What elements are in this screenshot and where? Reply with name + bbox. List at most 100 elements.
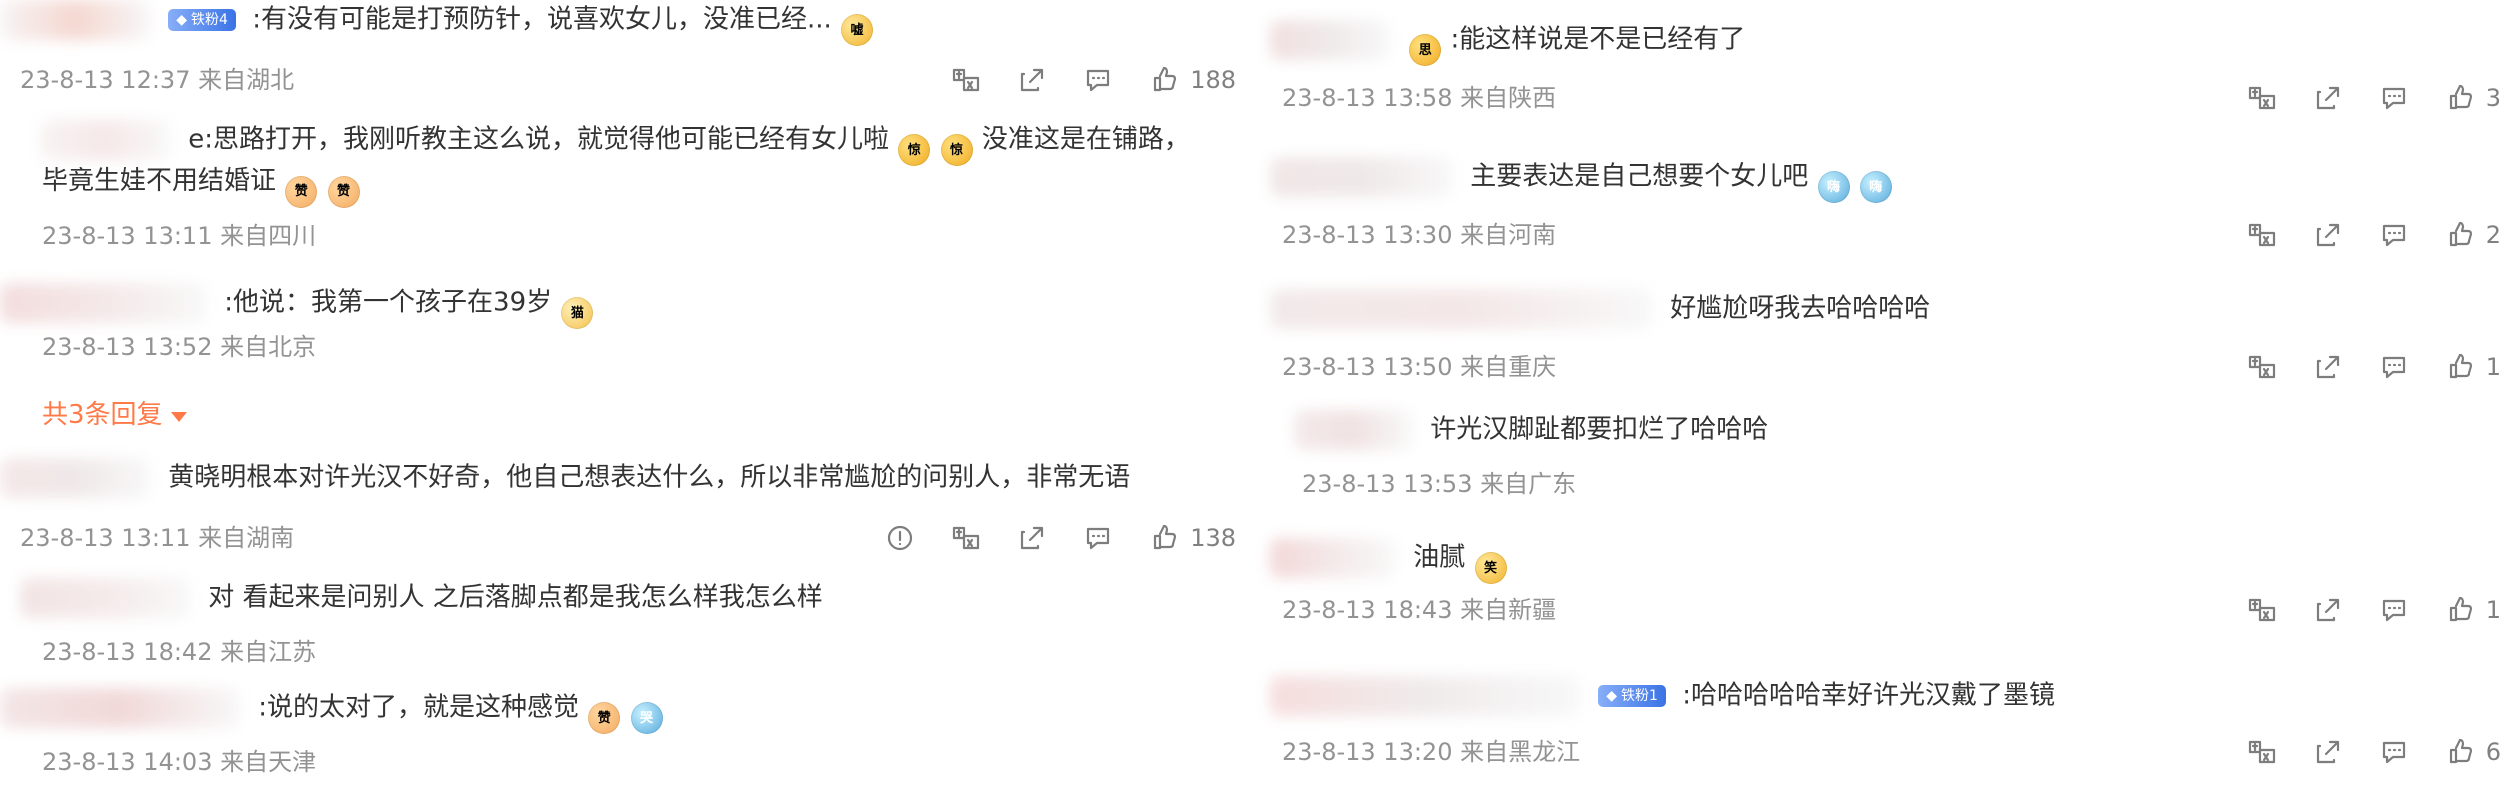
comment-card: :他说：我第一个孩子在39岁 猫 23-8-13 13:52 来自北京 <box>0 283 1260 367</box>
like-button[interactable]: 138 <box>1148 522 1236 554</box>
caret-down-icon <box>170 412 187 422</box>
comment-text: :能这样说是不是已经有了 <box>1450 24 1746 55</box>
like-button[interactable]: 1 <box>2444 351 2501 383</box>
emoji-icon: 嘘 <box>841 14 874 46</box>
reply-button[interactable] <box>2378 351 2410 383</box>
emoji-icon: 嗨 <box>1817 171 1850 203</box>
comment-text-row: ◆ 铁粉4 :有没有可能是打预防针，说喜欢女儿，没准已经... 嘘 <box>0 0 1260 46</box>
reply-button[interactable] <box>2378 594 2410 626</box>
translate-button[interactable] <box>2246 82 2278 114</box>
comment-text-row: :他说：我第一个孩子在39岁 猫 <box>0 283 1260 329</box>
comment-text: 许光汉脚趾都要扣烂了哈哈哈 <box>1430 414 1769 445</box>
fan-badge-text: 铁粉1 <box>1621 688 1658 704</box>
translate-button[interactable] <box>2246 219 2278 251</box>
comment-text-row: 黄晓明根本对许光汉不好奇，他自己想表达什么，所以非常尴尬的问别人，非常无语 <box>0 458 1260 498</box>
like-icon <box>2449 738 2472 764</box>
comment-text-row: 许光汉脚趾都要扣烂了哈哈哈 <box>1294 410 2503 450</box>
emoji-icon: 思 <box>1409 34 1442 66</box>
like-count: 2 <box>2485 221 2501 249</box>
blurred-username <box>0 688 240 728</box>
comment-meta: 23-8-13 14:03 来自天津 <box>42 748 317 776</box>
fan-badge: ◆ 铁粉4 <box>168 9 236 31</box>
like-count: 188 <box>1190 66 1236 94</box>
blurred-username <box>0 458 150 498</box>
translate-button[interactable] <box>2246 736 2278 768</box>
like-icon <box>2449 353 2472 379</box>
comment-card: 黄晓明根本对许光汉不好奇，他自己想表达什么，所以非常尴尬的问别人，非常无语 23… <box>0 458 1260 558</box>
comment-text: :有没有可能是打预防针，说喜欢女儿，没准已经... <box>252 4 832 35</box>
report-button[interactable] <box>884 522 916 554</box>
comment-card: ◆ 铁粉1 :哈哈哈哈哈幸好许光汉戴了墨镜 23-8-13 13:20 来自黑龙… <box>1270 676 2503 776</box>
comment-meta: 23-8-13 13:30 来自河南 <box>1282 221 1557 249</box>
emoji-icon: 嗨 <box>1859 171 1892 203</box>
comment-icon <box>2382 599 2405 622</box>
like-icon <box>2449 84 2472 110</box>
like-icon <box>2449 221 2472 247</box>
comment-card: 对 看起来是问别人 之后落脚点都是我怎么样我怎么样 23-8-13 18:42 … <box>0 578 1260 670</box>
translate-icon <box>953 526 980 550</box>
blurred-username <box>1270 676 1580 716</box>
comment-meta: 23-8-13 13:20 来自黑龙江 <box>1282 738 1581 766</box>
share-button[interactable] <box>2312 351 2344 383</box>
comment-icon <box>2382 741 2405 764</box>
reply-button[interactable] <box>2378 219 2410 251</box>
comment-text-row: 对 看起来是问别人 之后落脚点都是我怎么样我怎么样 <box>20 578 1260 618</box>
like-button[interactable]: 188 <box>1148 64 1236 96</box>
like-button[interactable]: 6 <box>2444 736 2501 768</box>
translate-button[interactable] <box>950 522 982 554</box>
share-button[interactable] <box>2312 219 2344 251</box>
comment-actions: 1 <box>2246 351 2501 383</box>
reply-button[interactable] <box>1082 64 1114 96</box>
comment-actions: 6 <box>2246 736 2501 768</box>
comment-text: :说的太对了，就是这种感觉 <box>258 692 580 723</box>
share-icon <box>2316 223 2339 247</box>
blurred-username <box>40 120 170 160</box>
comment-card: e:思路打开，我刚听教主这么说，就觉得他可能已经有女儿啦 惊 惊 没准这是在铺路… <box>0 112 1260 258</box>
comment-text: 主要表达是自己想要个女儿吧 <box>1470 161 1809 192</box>
comment-card: :说的太对了，就是这种感觉 赞 哭 23-8-13 14:03 来自天津 <box>0 688 1260 780</box>
comment-text: :哈哈哈哈哈幸好许光汉戴了墨镜 <box>1682 680 2055 711</box>
comment-meta: 23-8-13 12:37 来自湖北 <box>20 66 295 94</box>
share-icon <box>2316 355 2339 379</box>
translate-icon <box>2248 86 2275 110</box>
reply-button[interactable] <box>2378 736 2410 768</box>
comment-text: 油腻 <box>1413 542 1466 573</box>
blurred-username <box>1270 538 1395 578</box>
reply-button[interactable] <box>2378 82 2410 114</box>
blurred-username <box>0 0 150 40</box>
comment-card: 思 :能这样说是不是已经有了 23-8-13 13:58 来自陕西 3 <box>1270 20 2503 120</box>
diamond-icon: ◆ <box>176 12 188 28</box>
like-button[interactable]: 3 <box>2444 82 2501 114</box>
comment-card: 好尴尬呀我去哈哈哈哈 23-8-13 13:50 来自重庆 1 <box>1270 289 2503 385</box>
share-button[interactable] <box>2312 736 2344 768</box>
comment-icon <box>2382 87 2405 110</box>
share-button[interactable] <box>1016 64 1048 96</box>
translate-icon <box>2248 598 2275 622</box>
like-button[interactable]: 1 <box>2444 594 2501 626</box>
emoji-icon: 笑 <box>1474 552 1507 584</box>
like-count: 3 <box>2485 84 2501 112</box>
like-button[interactable]: 2 <box>2444 219 2501 251</box>
view-replies-link[interactable]: 共3条回复 <box>42 398 187 432</box>
translate-button[interactable] <box>950 64 982 96</box>
share-button[interactable] <box>2312 594 2344 626</box>
view-replies-text: 共3条回复 <box>42 400 163 430</box>
comment-meta: 23-8-13 13:11 来自四川 <box>42 222 317 250</box>
comment-icon <box>1087 527 1110 550</box>
translate-button[interactable] <box>2246 594 2278 626</box>
comment-meta: 23-8-13 13:50 来自重庆 <box>1282 353 1557 381</box>
like-count: 6 <box>2485 738 2501 766</box>
translate-icon <box>2248 740 2275 764</box>
share-button[interactable] <box>2312 82 2344 114</box>
blurred-username <box>1270 20 1390 60</box>
translate-button[interactable] <box>2246 351 2278 383</box>
share-button[interactable] <box>1016 522 1048 554</box>
fan-badge-text: 铁粉4 <box>191 12 228 28</box>
comment-meta: 23-8-13 13:53 来自广东 <box>1302 470 1577 498</box>
comment-text: 好尴尬呀我去哈哈哈哈 <box>1670 293 1931 324</box>
share-icon <box>2316 86 2339 110</box>
reply-button[interactable] <box>1082 522 1114 554</box>
like-icon <box>1154 66 1177 92</box>
emoji-icon: 赞 <box>588 702 621 734</box>
comment-meta: 23-8-13 18:43 来自新疆 <box>1282 596 1557 624</box>
